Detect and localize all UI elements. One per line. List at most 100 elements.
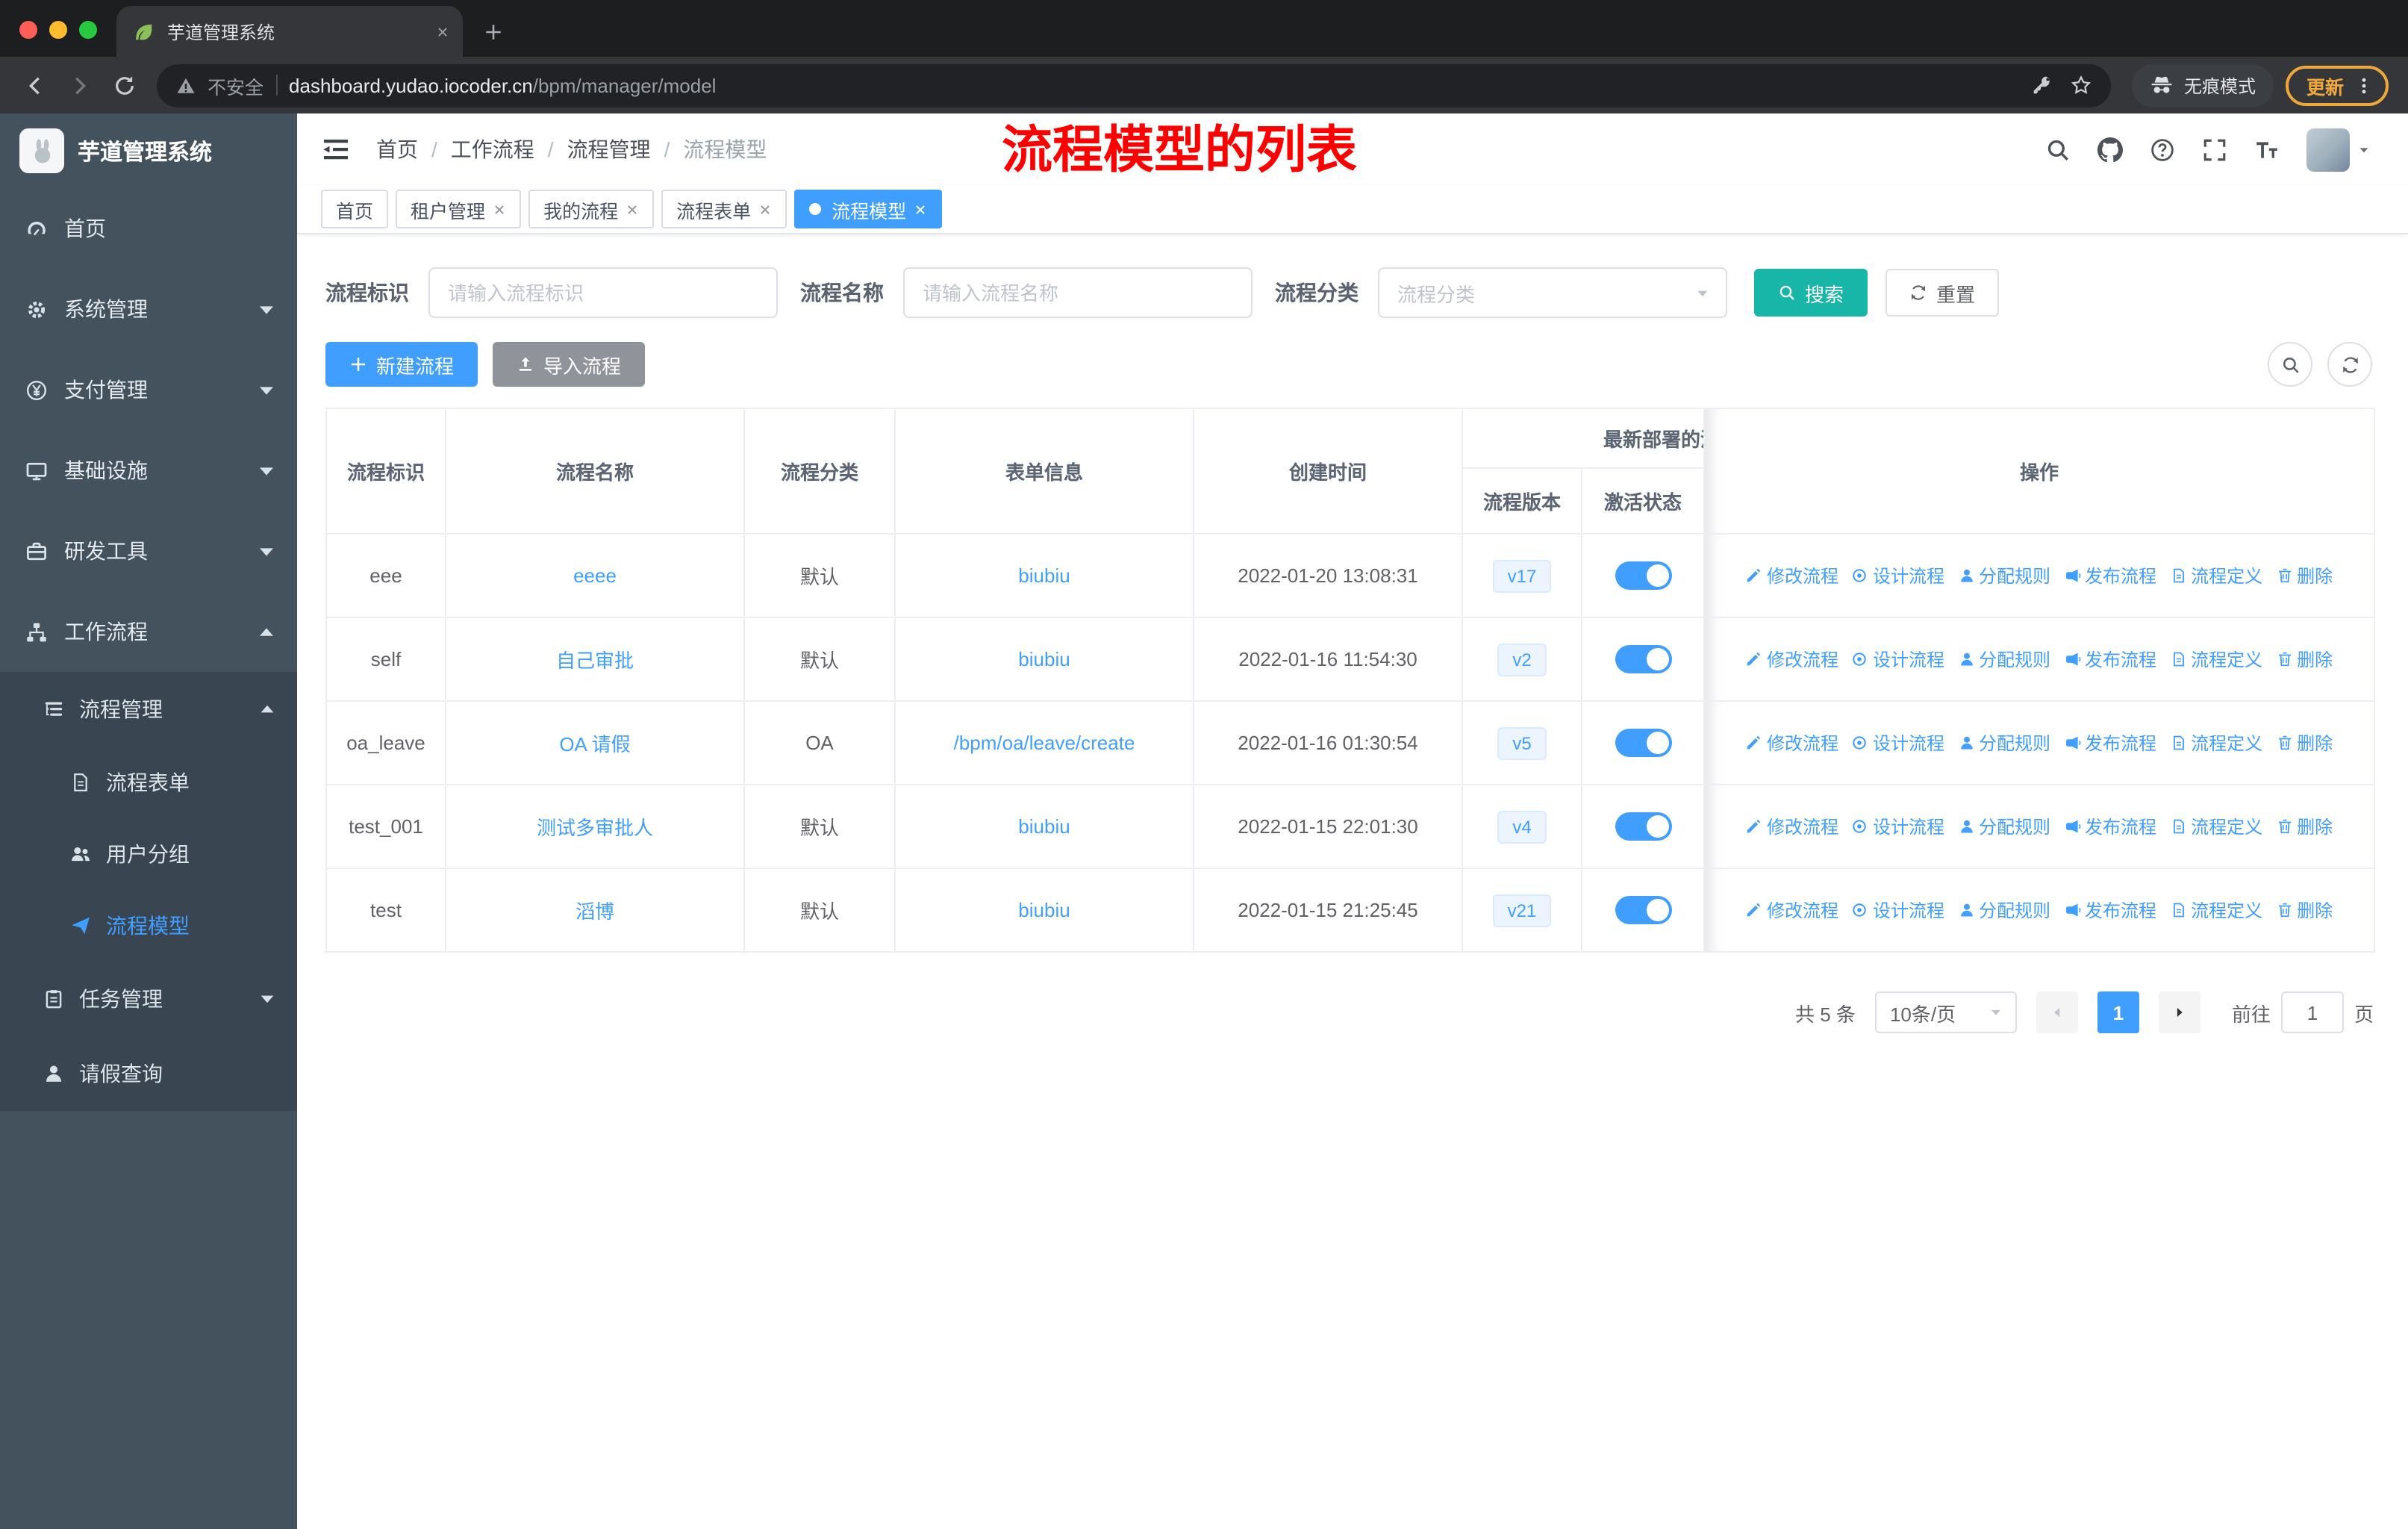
page-size-select[interactable]: 10条/页 (1874, 991, 2017, 1033)
bookmark-star-icon[interactable] (2071, 75, 2092, 96)
design-process-button[interactable]: 设计流程 (1852, 563, 1944, 588)
assign-rule-button[interactable]: 分配规则 (1958, 730, 2050, 756)
app-logo[interactable]: 芋道管理系统 (0, 113, 297, 188)
address-bar[interactable]: 不安全 dashboard.yudao.iocoder.cn/bpm/manag… (157, 63, 2111, 107)
delete-button[interactable]: 删除 (2276, 563, 2333, 588)
sidebar-item-leave-query[interactable]: 请假查询 (0, 1036, 297, 1111)
modify-process-button[interactable]: 修改流程 (1746, 814, 1838, 839)
sidebar-item-task-mgmt[interactable]: 任务管理 (0, 962, 297, 1036)
sidebar-item-home[interactable]: 首页 (0, 188, 297, 269)
toggle-search-button[interactable] (2268, 342, 2312, 387)
sidebar-item-payment-mgmt[interactable]: 支付管理 (0, 349, 297, 430)
delete-button[interactable]: 删除 (2276, 730, 2333, 756)
assign-rule-button[interactable]: 分配规则 (1958, 897, 2050, 923)
assign-rule-button[interactable]: 分配规则 (1958, 814, 2050, 839)
design-process-button[interactable]: 设计流程 (1852, 814, 1944, 839)
form-info-link[interactable]: biubiu (1018, 564, 1070, 587)
tab-close-icon[interactable] (436, 25, 449, 38)
sidebar-item-workflow[interactable]: 工作流程 (0, 591, 297, 672)
tag-home[interactable]: 首页 (321, 190, 389, 228)
publish-process-button[interactable]: 发布流程 (2064, 730, 2156, 756)
search-button[interactable]: 搜索 (1754, 269, 1868, 317)
process-name-input[interactable] (903, 267, 1253, 318)
sidebar-toggle-button[interactable] (321, 134, 351, 164)
process-name-link[interactable]: 滔博 (576, 900, 614, 923)
breadcrumb-item-home[interactable]: 首页 (376, 134, 418, 164)
import-process-button[interactable]: 导入流程 (493, 342, 646, 387)
update-browser-button[interactable]: 更新 (2285, 65, 2389, 105)
page-number-button[interactable]: 1 (2097, 991, 2139, 1033)
delete-button[interactable]: 删除 (2276, 897, 2333, 923)
breadcrumb-item-workflow[interactable]: 工作流程 (418, 134, 534, 164)
form-info-link[interactable]: biubiu (1018, 815, 1070, 838)
modify-process-button[interactable]: 修改流程 (1746, 730, 1838, 756)
publish-process-button[interactable]: 发布流程 (2064, 897, 2156, 923)
assign-rule-button[interactable]: 分配规则 (1958, 563, 2050, 588)
tag-process-model[interactable]: 流程模型 (794, 190, 943, 228)
sidebar-item-process-mgmt[interactable]: 流程管理 (0, 672, 297, 747)
process-definition-button[interactable]: 流程定义 (2170, 563, 2262, 588)
header-search-icon[interactable] (2045, 137, 2071, 162)
active-toggle[interactable] (1615, 645, 1671, 673)
create-process-button[interactable]: 新建流程 (325, 342, 478, 387)
fullscreen-icon[interactable] (2202, 137, 2227, 162)
tag-tenant-mgmt[interactable]: 租户管理 (396, 190, 522, 228)
font-size-icon[interactable] (2254, 137, 2280, 162)
minimize-window-button[interactable] (49, 21, 67, 39)
modify-process-button[interactable]: 修改流程 (1746, 647, 1838, 672)
help-icon[interactable] (2150, 137, 2175, 162)
modify-process-button[interactable]: 修改流程 (1746, 563, 1838, 588)
close-icon[interactable] (758, 202, 772, 216)
zoom-window-button[interactable] (79, 21, 97, 39)
publish-process-button[interactable]: 发布流程 (2064, 814, 2156, 839)
form-info-link[interactable]: /bpm/oa/leave/create (954, 732, 1135, 754)
next-page-button[interactable] (2158, 991, 2200, 1033)
new-tab-button[interactable] (484, 22, 503, 42)
password-key-icon[interactable] (2032, 75, 2053, 96)
assign-rule-button[interactable]: 分配规则 (1958, 647, 2050, 672)
process-definition-button[interactable]: 流程定义 (2170, 647, 2262, 672)
active-toggle[interactable] (1615, 812, 1671, 841)
sidebar-item-user-group[interactable]: 用户分组 (0, 818, 297, 890)
user-menu[interactable] (2306, 128, 2371, 171)
process-name-link[interactable]: 测试多审批人 (537, 817, 653, 839)
close-icon[interactable] (626, 202, 639, 216)
process-name-link[interactable]: 自己审批 (556, 650, 634, 672)
reload-button[interactable] (103, 74, 145, 96)
active-toggle[interactable] (1615, 561, 1671, 590)
forward-button[interactable] (58, 74, 100, 96)
reset-button[interactable]: 重置 (1885, 269, 2000, 317)
process-definition-button[interactable]: 流程定义 (2170, 897, 2262, 923)
process-definition-button[interactable]: 流程定义 (2170, 730, 2262, 756)
publish-process-button[interactable]: 发布流程 (2064, 563, 2156, 588)
delete-button[interactable]: 删除 (2276, 647, 2333, 672)
github-icon[interactable] (2097, 137, 2123, 162)
avatar[interactable] (2306, 128, 2350, 171)
sidebar-item-system-mgmt[interactable]: 系统管理 (0, 269, 297, 349)
active-toggle[interactable] (1615, 729, 1671, 757)
category-select[interactable]: 流程分类 (1378, 267, 1727, 318)
process-id-input[interactable] (428, 267, 778, 318)
refresh-table-button[interactable] (2327, 342, 2372, 387)
sidebar-item-process-model[interactable]: 流程模型 (0, 890, 297, 962)
publish-process-button[interactable]: 发布流程 (2064, 647, 2156, 672)
prev-page-button[interactable] (2036, 991, 2078, 1033)
process-name-link[interactable]: OA 请假 (559, 733, 630, 756)
goto-page-input[interactable] (2280, 991, 2344, 1033)
process-definition-button[interactable]: 流程定义 (2170, 814, 2262, 839)
more-menu-icon[interactable] (2354, 75, 2374, 95)
sidebar-item-infrastructure[interactable]: 基础设施 (0, 430, 297, 511)
delete-button[interactable]: 删除 (2276, 814, 2333, 839)
design-process-button[interactable]: 设计流程 (1852, 647, 1944, 672)
active-toggle[interactable] (1615, 896, 1671, 924)
tag-my-process[interactable]: 我的流程 (528, 190, 655, 228)
sidebar-item-process-form[interactable]: 流程表单 (0, 747, 297, 818)
close-icon[interactable] (914, 202, 927, 216)
back-button[interactable] (13, 74, 55, 96)
close-icon[interactable] (493, 202, 506, 216)
design-process-button[interactable]: 设计流程 (1852, 897, 1944, 923)
sidebar-item-devtools[interactable]: 研发工具 (0, 511, 297, 591)
breadcrumb-item-process-mgmt[interactable]: 流程管理 (534, 134, 651, 164)
tag-process-form[interactable]: 流程表单 (661, 190, 787, 228)
close-window-button[interactable] (19, 21, 37, 39)
